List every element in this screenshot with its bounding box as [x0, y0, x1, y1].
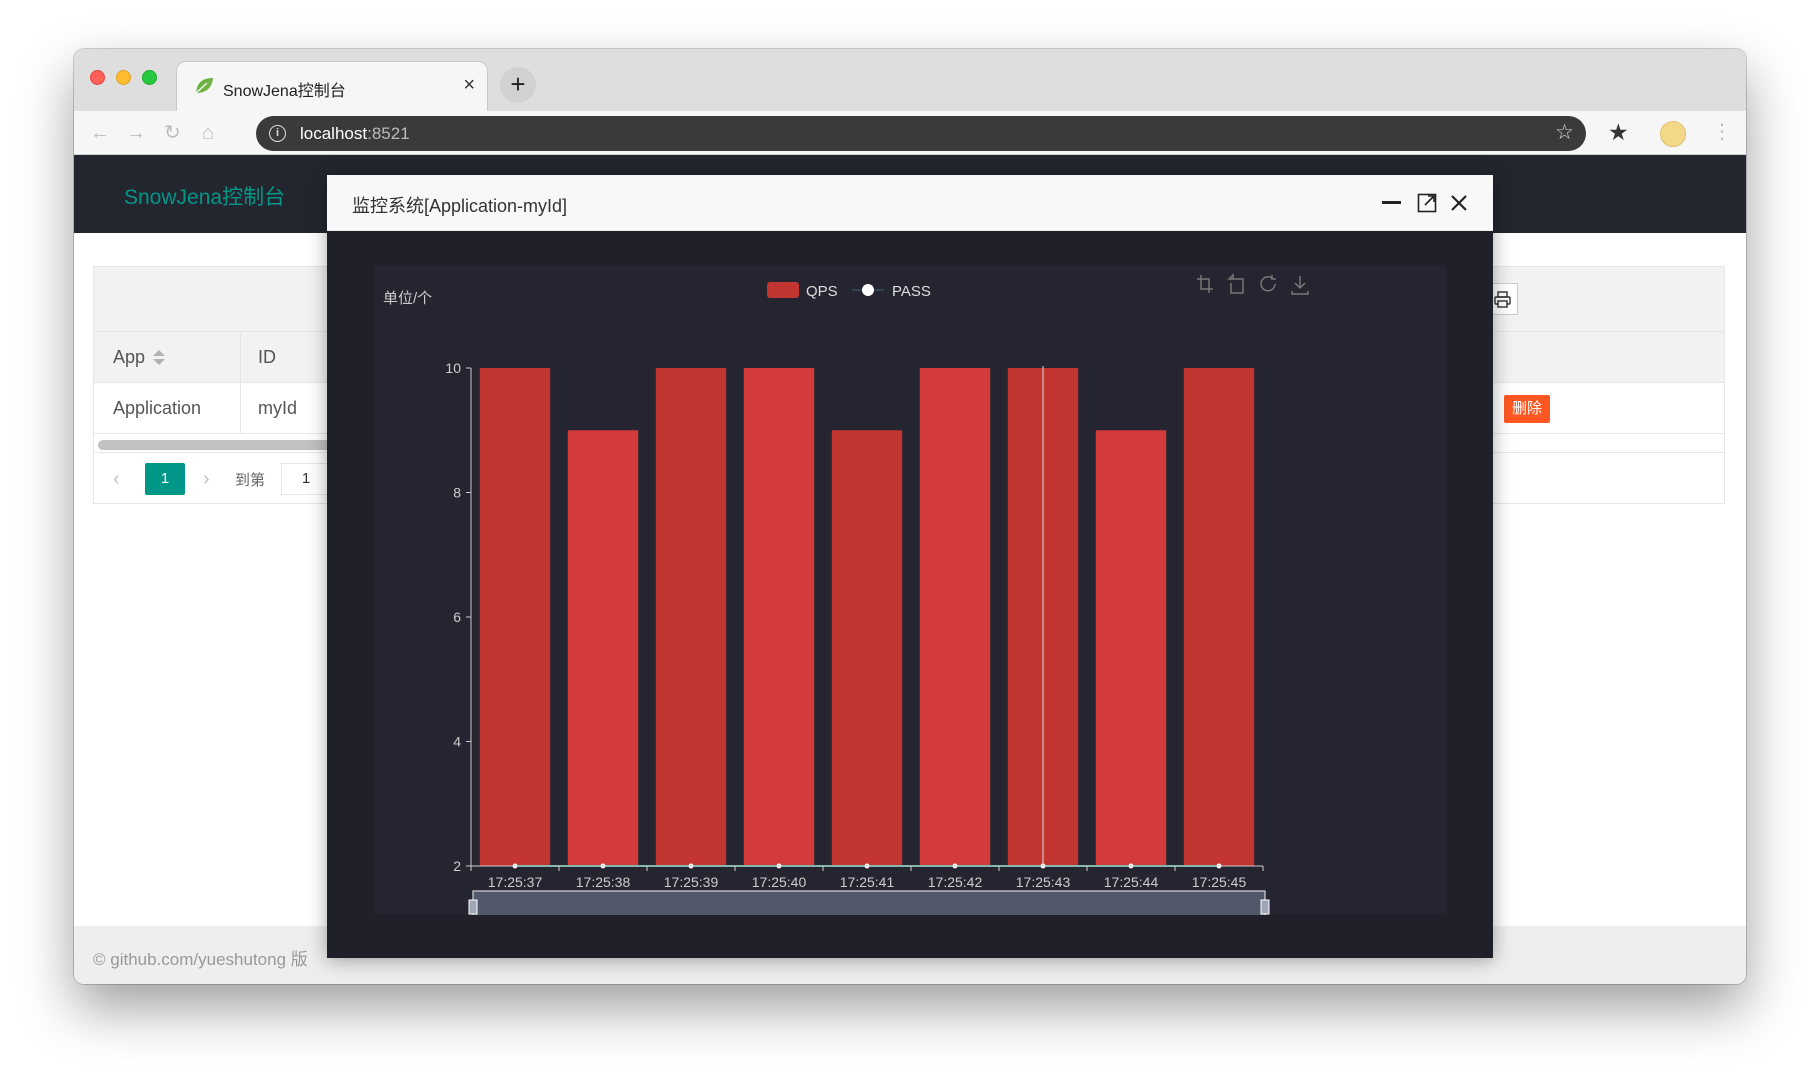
column-header-app[interactable]: App: [113, 332, 166, 382]
restore-icon[interactable]: [1260, 275, 1276, 292]
x-tick-label: 17:25:44: [1104, 874, 1159, 890]
legend-pass-marker[interactable]: [862, 284, 874, 296]
qps-bar[interactable]: [743, 368, 815, 866]
y-tick-label: 4: [453, 734, 461, 750]
modal-title: 监控系统[Application-myId]: [352, 196, 568, 216]
cell-app: Application: [113, 398, 202, 418]
page-1-button[interactable]: 1: [145, 463, 185, 495]
qps-bar[interactable]: [831, 430, 903, 866]
legend-pass-label[interactable]: PASS: [892, 283, 931, 300]
url-port: :8521: [367, 124, 410, 143]
bookmarks-icon[interactable]: ★: [1608, 119, 1629, 145]
brand-title[interactable]: SnowJena控制台: [124, 181, 285, 211]
profile-avatar[interactable]: [1660, 121, 1686, 147]
next-page-icon[interactable]: ›: [203, 465, 210, 493]
qps-chart: 单位/个 QPS PASS 2 4 6 8 10 17:25:37 17:25:38 17:25:3…: [383, 273, 1309, 915]
url-host: localhost: [300, 124, 368, 143]
qps-bar[interactable]: [655, 368, 727, 866]
column-header-label: App: [113, 347, 146, 367]
qps-bar[interactable]: [479, 368, 551, 866]
x-tick-label: 17:25:38: [576, 874, 631, 890]
print-icon: [1494, 291, 1511, 308]
legend-qps-label[interactable]: QPS: [806, 283, 838, 300]
column-header-id: ID: [258, 347, 276, 367]
forward-icon[interactable]: →: [126, 121, 146, 145]
info-icon[interactable]: i: [269, 125, 286, 142]
column-divider: [240, 332, 241, 382]
zoom-reset-icon[interactable]: [1227, 273, 1244, 294]
chart-legend: QPS PASS: [767, 282, 931, 300]
close-icon[interactable]: [1449, 193, 1469, 213]
legend-qps-swatch[interactable]: [767, 282, 799, 298]
address-bar[interactable]: i localhost:8521 ☆: [256, 116, 1586, 151]
x-tick-label: 17:25:40: [752, 874, 807, 890]
data-zoom-handle-right[interactable]: [1260, 899, 1270, 915]
tab-close-icon[interactable]: ×: [463, 73, 475, 97]
x-tick-label: 17:25:42: [928, 874, 983, 890]
goto-label: 到第: [235, 472, 266, 489]
browser-tab[interactable]: SnowJena控制台 ×: [176, 61, 488, 111]
download-icon[interactable]: [1291, 276, 1309, 295]
close-window-icon[interactable]: [90, 70, 105, 85]
y-axis-label: 单位/个: [383, 290, 432, 307]
cell-id: myId: [258, 398, 298, 418]
page: SnowJena控制台 App ID Application myId 删除 ‹…: [74, 155, 1746, 984]
x-tick-label: 17:25:37: [488, 874, 543, 890]
leaf-icon: [195, 78, 213, 94]
minimize-window-icon[interactable]: [116, 70, 131, 85]
monitor-modal: 监控系统[Application-myId] 单位/个 QPS PASS 2 4 6 8 10…: [327, 175, 1493, 958]
tab-title: SnowJena控制台: [223, 83, 346, 100]
x-tick-label: 17:25:39: [664, 874, 719, 890]
y-tick-label: 6: [453, 609, 461, 625]
x-tick-label: 17:25:45: [1192, 874, 1247, 890]
sort-icon[interactable]: [153, 349, 166, 367]
x-tick-label: 17:25:43: [1016, 874, 1071, 890]
y-tick-label: 8: [453, 485, 461, 501]
modal-header: 监控系统[Application-myId]: [327, 175, 1493, 231]
x-tick-label: 17:25:41: [840, 874, 895, 890]
delete-button[interactable]: 删除: [1504, 395, 1551, 423]
reload-icon[interactable]: ↻: [164, 121, 181, 145]
zoom-window-icon[interactable]: [142, 70, 157, 85]
chart-area: 单位/个 QPS PASS 2 4 6 8 10 17:25:37 17:25:38 17:25:3…: [375, 265, 1447, 915]
data-zoom-handle-left[interactable]: [468, 899, 478, 915]
qps-bar[interactable]: [1183, 368, 1255, 866]
goto-page-input[interactable]: 1: [281, 463, 331, 495]
tab-strip: SnowJena控制台 × +: [74, 49, 1746, 111]
browser-window: SnowJena控制台 × + ← → ↻ ⌂ i localhost:8521…: [74, 49, 1746, 984]
qps-bar[interactable]: [567, 430, 639, 866]
qps-bar[interactable]: [1095, 430, 1167, 866]
column-divider: [240, 383, 241, 433]
maximize-icon[interactable]: [1417, 193, 1437, 213]
bookmark-star-icon[interactable]: ☆: [1555, 121, 1574, 145]
minimize-icon[interactable]: [1382, 201, 1401, 204]
browser-menu-icon[interactable]: ⋮: [1712, 120, 1732, 144]
new-tab-button[interactable]: +: [500, 67, 536, 103]
prev-page-icon[interactable]: ‹: [113, 465, 120, 493]
data-zoom-slider[interactable]: [472, 890, 1266, 915]
url-text: localhost:8521: [300, 124, 410, 144]
footer-text: © github.com/yueshutong 版: [93, 950, 308, 969]
zoom-icon[interactable]: [1197, 275, 1213, 293]
back-icon[interactable]: ←: [90, 121, 110, 145]
home-icon[interactable]: ⌂: [202, 121, 214, 145]
y-tick-label: 2: [453, 858, 461, 874]
qps-bar[interactable]: [919, 368, 991, 866]
browser-toolbar: ← → ↻ ⌂ i localhost:8521 ☆ ★ ⋮: [74, 111, 1746, 155]
y-tick-label: 10: [445, 360, 461, 376]
